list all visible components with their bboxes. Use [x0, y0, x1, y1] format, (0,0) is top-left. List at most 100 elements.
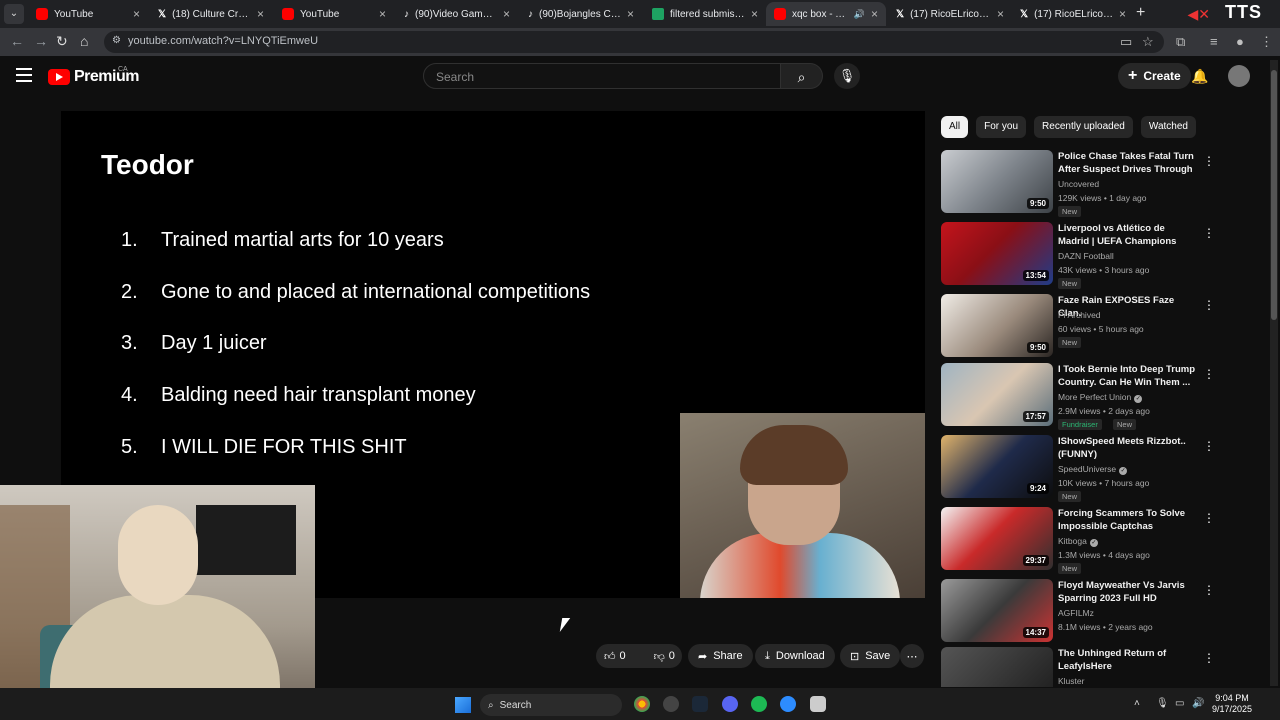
browser-toolbar: ← → ↻ ⌂ ⚙ youtube.com/watch?v=LNYQTiEmwe…	[0, 28, 1280, 56]
recommendation-item[interactable]: 9:50 Faze Rain EXPOSES Faze Clan. Pi Arc…	[941, 294, 1266, 358]
home-icon[interactable]: ⌂	[80, 33, 88, 49]
recommendation-item[interactable]: 17:57 I Took Bernie Into Deep Trump Coun…	[941, 363, 1266, 430]
close-tab-icon[interactable]: ×	[751, 7, 758, 21]
more-vertical-icon[interactable]: ⋮	[1203, 511, 1215, 525]
create-button[interactable]: + Create	[1118, 63, 1191, 89]
browser-menu-icon[interactable]: ⋮	[1260, 34, 1273, 50]
recommendation-item[interactable]: 29:37 Forcing Scammers To Solve Impossib…	[941, 507, 1266, 574]
more-vertical-icon[interactable]: ⋮	[1203, 154, 1215, 168]
audio-playing-icon[interactable]: 🔊	[854, 9, 865, 20]
video-thumbnail[interactable]: 17:57	[941, 363, 1053, 426]
browser-tab[interactable]: 𝕏 (17) RicoELricoo on X ×	[888, 2, 1012, 26]
browser-tab[interactable]: 𝕏 (18) Culture Crave 🚨 ×	[150, 2, 272, 26]
more-vertical-icon[interactable]: ⋮	[1203, 651, 1215, 665]
voice-search-button[interactable]: 🎙	[834, 63, 860, 89]
muted-speaker-icon: ◀✕	[1187, 6, 1211, 22]
url-text: youtube.com/watch?v=LNYQTiEmweU	[128, 35, 319, 47]
windows-start-icon[interactable]	[455, 697, 471, 713]
more-vertical-icon[interactable]: ⋮	[1203, 367, 1215, 381]
tts-overlay-label: TTS	[1225, 2, 1262, 22]
close-tab-icon[interactable]: ×	[257, 7, 264, 21]
new-tab-button[interactable]: +	[1136, 4, 1145, 22]
share-button[interactable]: ➦ Share	[688, 644, 753, 668]
close-tab-icon[interactable]: ×	[997, 7, 1004, 21]
forward-icon[interactable]: →	[34, 33, 48, 49]
discord-icon[interactable]	[722, 696, 738, 712]
chrome-icon[interactable]	[634, 696, 650, 712]
spotify-icon[interactable]	[751, 696, 767, 712]
close-tab-icon[interactable]: ×	[379, 7, 386, 21]
chip-all[interactable]: All	[941, 116, 969, 138]
browser-tab-active[interactable]: xqc box - YouTub 🔊 ×	[766, 2, 886, 26]
video-thumbnail[interactable]: 9:50	[941, 294, 1053, 357]
hamburger-menu-icon[interactable]	[16, 68, 32, 86]
mouse-cursor-icon	[559, 618, 571, 632]
recommendation-item[interactable]: 9:24 IShowSpeed Meets Rizzbot.. (FUNNY) …	[941, 435, 1266, 502]
search-field[interactable]	[423, 63, 784, 90]
site-info-icon[interactable]: ⚙	[112, 35, 121, 46]
microphone-tray-icon[interactable]: 🎙	[1156, 698, 1169, 709]
save-button[interactable]: ⊡ Save	[840, 644, 901, 668]
more-vertical-icon[interactable]: ⋮	[1203, 298, 1215, 312]
more-actions-button[interactable]: ⋯	[900, 644, 924, 668]
video-thumbnail[interactable]: 14:37	[941, 579, 1053, 642]
bookmark-star-icon[interactable]: ☆	[1142, 34, 1154, 50]
cast-icon[interactable]: ▭	[1120, 34, 1132, 50]
dislike-button[interactable]: 👎︎ 0	[646, 644, 683, 668]
search-button[interactable]: ⌕	[781, 63, 823, 89]
close-tab-icon[interactable]: ×	[627, 7, 634, 21]
download-button[interactable]: ⤓ Download	[755, 644, 835, 668]
close-tab-icon[interactable]: ×	[871, 7, 878, 21]
more-vertical-icon[interactable]: ⋮	[1203, 439, 1215, 453]
video-thumbnail[interactable]: 9:50	[941, 150, 1053, 213]
video-thumbnail[interactable]: 13:54	[941, 222, 1053, 285]
chip-watched[interactable]: Watched	[1140, 116, 1196, 138]
sheets-icon	[652, 8, 664, 20]
notifications-bell-icon[interactable]: 🔔	[1191, 68, 1208, 85]
new-badge: New	[1058, 491, 1082, 502]
tray-overflow-icon[interactable]: ˄	[1134, 698, 1140, 709]
video-thumbnail[interactable]	[941, 647, 1053, 687]
recommendation-item[interactable]: The Unhinged Return of LeafyIsHere Klust…	[941, 647, 1266, 687]
close-tab-icon[interactable]: ×	[133, 7, 140, 21]
search-input[interactable]	[434, 64, 784, 90]
address-bar[interactable]: ⚙ youtube.com/watch?v=LNYQTiEmweU	[104, 31, 1164, 53]
video-thumbnail[interactable]: 29:37	[941, 507, 1053, 570]
scrollbar-thumb[interactable]	[1271, 70, 1277, 320]
chip-for-you[interactable]: For you	[976, 116, 1027, 138]
calculator-icon[interactable]	[810, 696, 826, 712]
recommendation-item[interactable]: 14:37 Floyd Mayweather Vs Jarvis Sparrin…	[941, 579, 1266, 643]
chip-recently-uploaded[interactable]: Recently uploaded	[1034, 116, 1133, 138]
more-vertical-icon[interactable]: ⋮	[1203, 583, 1215, 597]
network-icon[interactable]: ▭	[1175, 698, 1184, 709]
close-tab-icon[interactable]: ×	[503, 7, 510, 21]
volume-icon[interactable]: 🔊	[1192, 698, 1204, 709]
steam-icon[interactable]	[692, 696, 708, 712]
recommendation-item[interactable]: 13:54 Liverpool vs Atlético de Madrid | …	[941, 222, 1266, 289]
taskbar-clock[interactable]: 9:04 PM 9/17/2025	[1212, 693, 1252, 715]
like-button[interactable]: 👍︎ 0	[596, 644, 634, 668]
media-control-icon[interactable]: ≡	[1210, 34, 1218, 49]
taskbar-search[interactable]: ⌕ Search	[480, 694, 622, 716]
browser-tab[interactable]: 𝕏 (17) RicoELricoo (@R ×	[1012, 2, 1134, 26]
recommendation-item[interactable]: 9:50 Police Chase Takes Fatal Turn After…	[941, 150, 1266, 217]
browser-tab[interactable]: YouTube ×	[28, 2, 148, 26]
reload-icon[interactable]: ↻	[56, 33, 68, 50]
profile-icon[interactable]: ●	[1236, 34, 1244, 49]
tab-search-dropdown-icon[interactable]: ⌄	[4, 4, 24, 24]
browser-tab[interactable]: filtered submissions ×	[644, 2, 766, 26]
close-tab-icon[interactable]: ×	[1119, 7, 1126, 21]
account-avatar[interactable]	[1228, 65, 1250, 87]
bookmark-icon: ⊡	[850, 650, 860, 663]
app-icon[interactable]	[780, 696, 796, 712]
video-thumbnail[interactable]: 9:24	[941, 435, 1053, 498]
browser-tab[interactable]: ♪ (90)Video Gamw Mis ×	[396, 2, 518, 26]
youtube-icon	[36, 8, 48, 20]
browser-tab[interactable]: YouTube ×	[274, 2, 394, 26]
back-icon[interactable]: ←	[10, 33, 24, 49]
x-icon: 𝕏	[158, 8, 167, 20]
browser-tab[interactable]: ♪ (90)Bojangles Custo ×	[520, 2, 642, 26]
more-vertical-icon[interactable]: ⋮	[1203, 226, 1215, 240]
extensions-icon[interactable]: ⧉	[1176, 34, 1185, 50]
app-icon[interactable]	[663, 696, 679, 712]
